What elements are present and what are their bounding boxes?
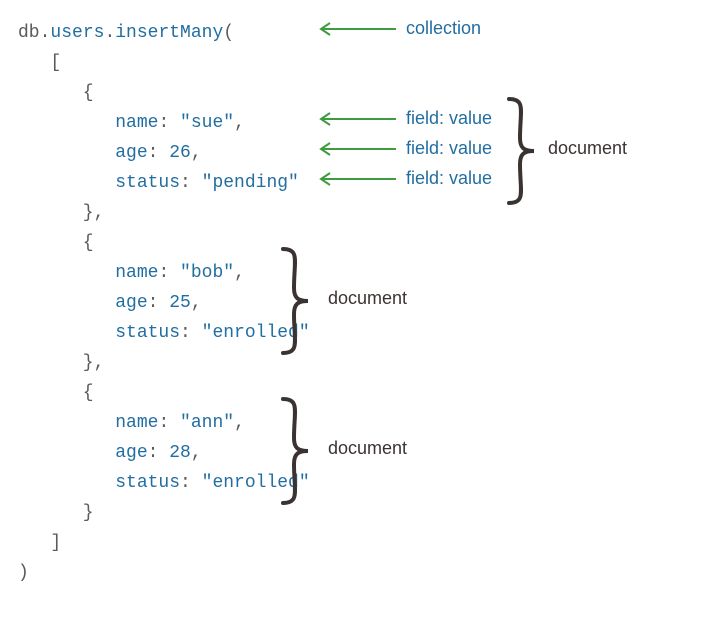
code-line: } [18,498,714,528]
db-token: db [18,23,40,43]
annotation-fieldvalue: field: value [318,168,492,189]
code-line: { [18,78,714,108]
brace-right-icon [278,246,314,356]
field-key: age [115,143,147,163]
field-value: "ann" [180,413,234,433]
arrow-left-icon [318,22,396,36]
code-line: { [18,378,714,408]
code-line: [ [18,48,714,78]
dot-token: . [104,23,115,43]
annotation-fieldvalue: field: value [318,138,492,159]
arrow-left-icon [318,172,396,186]
annotation-document: document [548,138,627,159]
field-value: 26 [169,143,191,163]
annotation-document: document [328,288,407,309]
field-key: age [115,443,147,463]
annotation-label: document [328,288,407,309]
annotation-label: field: value [406,138,492,159]
method-token: insertMany [115,23,223,43]
arrow-left-icon [318,112,396,126]
bracket-open: [ [18,53,61,73]
brace-close: } [18,503,94,523]
code-line: ] [18,528,714,558]
brace-open: { [18,233,94,253]
field-key: status [115,323,180,343]
field-value: "pending" [202,173,299,193]
field-key: name [115,113,158,133]
field-key: age [115,293,147,313]
field-key: name [115,413,158,433]
field-key: status [115,473,180,493]
code-line: ) [18,558,714,588]
brace-open: { [18,83,94,103]
annotation-label: document [328,438,407,459]
field-key: status [115,173,180,193]
brace-right-icon [278,396,314,506]
code-line: status: "enrolled" [18,318,714,348]
annotation-document: document [328,438,407,459]
field-value: "sue" [180,113,234,133]
annotation-collection: collection [318,18,481,39]
code-line: status: "enrolled" [18,468,714,498]
field-value: "bob" [180,263,234,283]
bracket-close: ] [18,533,61,553]
annotation-label: document [548,138,627,159]
code-line: }, [18,348,714,378]
annotation-fieldvalue: field: value [318,108,492,129]
code-line: { [18,228,714,258]
code-line: name: "ann", [18,408,714,438]
field-key: name [115,263,158,283]
brace-close: }, [18,353,104,373]
brace-close: }, [18,203,104,223]
dot-token: . [40,23,51,43]
paren-open: ( [223,23,234,43]
code-line: }, [18,198,714,228]
brace-right-icon [504,96,540,206]
field-value: 28 [169,443,191,463]
arrow-left-icon [318,142,396,156]
collection-token: users [50,23,104,43]
annotation-label: collection [406,18,481,39]
annotation-label: field: value [406,108,492,129]
annotation-label: field: value [406,168,492,189]
diagram-root: db.users.insertMany( [ { name: "sue", ag… [18,18,714,588]
brace-open: { [18,383,94,403]
paren-close: ) [18,563,29,583]
code-line: name: "bob", [18,258,714,288]
field-value: 25 [169,293,191,313]
